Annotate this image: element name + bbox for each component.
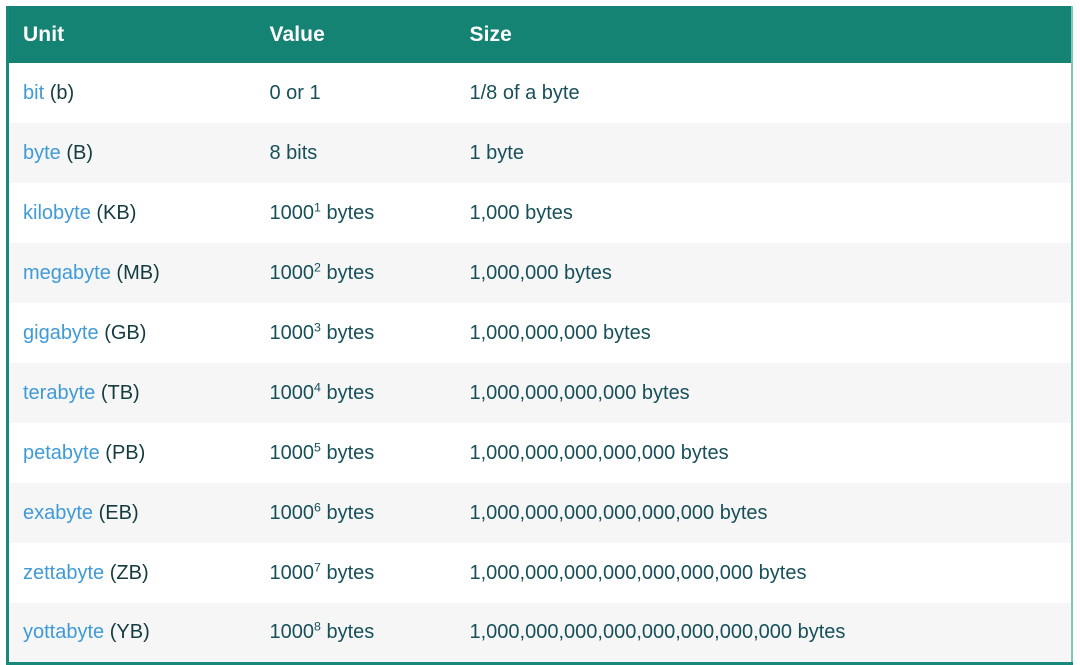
table-row: zettabyte (ZB) 10007 bytes 1,000,000,000,0…: [7, 543, 1072, 603]
cell-size: 1,000,000,000,000 bytes: [469, 381, 690, 404]
unit-link[interactable]: exabyte: [23, 502, 93, 524]
table-body: bit (b) 0 or 1 1/8 of a byte byte (B) 8 bits…: [7, 63, 1072, 663]
unit-link[interactable]: kilobyte: [23, 202, 91, 224]
unit-link[interactable]: byte: [23, 142, 61, 164]
unit-link[interactable]: petabyte: [23, 442, 100, 464]
cell-unit: yottabyte (YB): [8, 603, 256, 663]
cell-size: 1,000 bytes: [469, 201, 573, 224]
unit-abbreviation: (B): [66, 141, 94, 164]
cell-unit: bit (b): [8, 63, 256, 123]
value-suffix: bytes: [320, 381, 375, 404]
table-row: petabyte (PB) 10005 bytes 1,000,000,000,00…: [7, 423, 1072, 483]
cell-unit: gigabyte (GB): [8, 303, 256, 363]
cell-value: 10001 bytes: [256, 183, 456, 243]
cell-value: 0 or 1: [256, 63, 456, 123]
cell-value: 10002 bytes: [256, 243, 456, 303]
table-container: Unit Value Size bit (b) 0 or 1 1/8 of a by…: [0, 0, 1080, 665]
cell-size: 1,000,000,000,000,000 bytes: [469, 441, 729, 464]
table-row: kilobyte (KB) 10001 bytes 1,000 bytes: [7, 183, 1072, 243]
table-row: terabyte (TB) 10004 bytes 1,000,000,000,00…: [7, 363, 1072, 423]
unit-abbreviation: (TB): [100, 381, 140, 404]
value-exponent: 7: [314, 559, 321, 574]
cell-value: 10004 bytes: [256, 363, 456, 423]
cell-unit: byte (B): [8, 123, 256, 183]
cell-size: 1,000,000,000 bytes: [469, 321, 651, 344]
unit-abbreviation: (EB): [98, 501, 139, 524]
table-row: exabyte (EB) 10006 bytes 1,000,000,000,000…: [7, 483, 1072, 543]
cell-unit: zettabyte (ZB): [8, 543, 256, 603]
unit-link[interactable]: terabyte: [23, 382, 95, 404]
value-suffix: bytes: [320, 201, 375, 224]
table-row: byte (B) 8 bits 1 byte: [7, 123, 1072, 183]
data-storage-units-table: Unit Value Size bit (b) 0 or 1 1/8 of a by…: [6, 6, 1073, 665]
value-base: 1000: [269, 201, 315, 224]
value-base: 0 or 1: [269, 81, 321, 104]
cell-unit: kilobyte (KB): [8, 183, 256, 243]
unit-abbreviation: (b): [49, 81, 75, 104]
cell-size: 1 byte: [469, 141, 524, 164]
table-row: yottabyte (YB) 10008 bytes 1,000,000,000,0…: [7, 603, 1072, 663]
unit-link[interactable]: gigabyte: [23, 322, 99, 344]
unit-link[interactable]: yottabyte: [23, 621, 104, 643]
value-suffix: bytes: [320, 321, 375, 344]
unit-link[interactable]: megabyte: [23, 262, 111, 284]
unit-abbreviation: (PB): [105, 441, 146, 464]
value-suffix: bytes: [320, 441, 375, 464]
value-suffix: bytes: [320, 501, 375, 524]
unit-abbreviation: (MB): [116, 261, 160, 284]
unit-abbreviation: (YB): [109, 620, 150, 643]
cell-unit: megabyte (MB): [8, 243, 256, 303]
value-exponent: 2: [314, 259, 321, 274]
value-base: 1000: [269, 441, 315, 464]
table-header-row: Unit Value Size: [7, 6, 1072, 63]
value-base: 1000: [269, 620, 315, 643]
value-exponent: 6: [314, 499, 321, 514]
value-suffix: bytes: [320, 561, 375, 584]
column-header-size[interactable]: Size: [456, 6, 1072, 63]
table-row: megabyte (MB) 10002 bytes 1,000,000 bytes: [7, 243, 1072, 303]
cell-unit: terabyte (TB): [8, 363, 256, 423]
value-base: 8 bits: [269, 141, 318, 164]
table-row: gigabyte (GB) 10003 bytes 1,000,000,000 by…: [7, 303, 1072, 363]
value-base: 1000: [269, 501, 315, 524]
cell-size: 1,000,000,000,000,000,000,000 bytes: [469, 561, 807, 584]
value-suffix: bytes: [320, 620, 375, 643]
cell-size: 1,000,000,000,000,000,000,000,000 bytes: [469, 620, 846, 643]
value-suffix: bytes: [320, 261, 375, 284]
value-base: 1000: [269, 561, 315, 584]
column-header-value[interactable]: Value: [256, 6, 456, 63]
table-header: Unit Value Size: [7, 6, 1072, 63]
value-exponent: 3: [314, 319, 321, 334]
cell-size: 1/8 of a byte: [469, 81, 580, 104]
cell-size: 1,000,000 bytes: [469, 261, 612, 284]
cell-unit: exabyte (EB): [8, 483, 256, 543]
value-exponent: 1: [314, 199, 321, 214]
unit-abbreviation: (GB): [104, 321, 147, 344]
cell-value: 10008 bytes: [256, 603, 456, 663]
cell-value: 10003 bytes: [256, 303, 456, 363]
value-exponent: 4: [314, 379, 321, 394]
table-row: bit (b) 0 or 1 1/8 of a byte: [7, 63, 1072, 123]
cell-unit: petabyte (PB): [8, 423, 256, 483]
cell-value: 10006 bytes: [256, 483, 456, 543]
value-base: 1000: [269, 321, 315, 344]
unit-abbreviation: (KB): [96, 201, 137, 224]
value-exponent: 5: [314, 439, 321, 454]
value-base: 1000: [269, 381, 315, 404]
unit-link[interactable]: bit: [23, 82, 44, 104]
cell-value: 10005 bytes: [256, 423, 456, 483]
cell-value: 10007 bytes: [256, 543, 456, 603]
value-exponent: 8: [314, 619, 321, 634]
cell-value: 8 bits: [256, 123, 456, 183]
cell-size: 1,000,000,000,000,000,000 bytes: [469, 501, 768, 524]
value-base: 1000: [269, 261, 315, 284]
unit-abbreviation: (ZB): [109, 561, 149, 584]
unit-link[interactable]: zettabyte: [23, 562, 104, 584]
column-header-unit[interactable]: Unit: [8, 6, 256, 63]
